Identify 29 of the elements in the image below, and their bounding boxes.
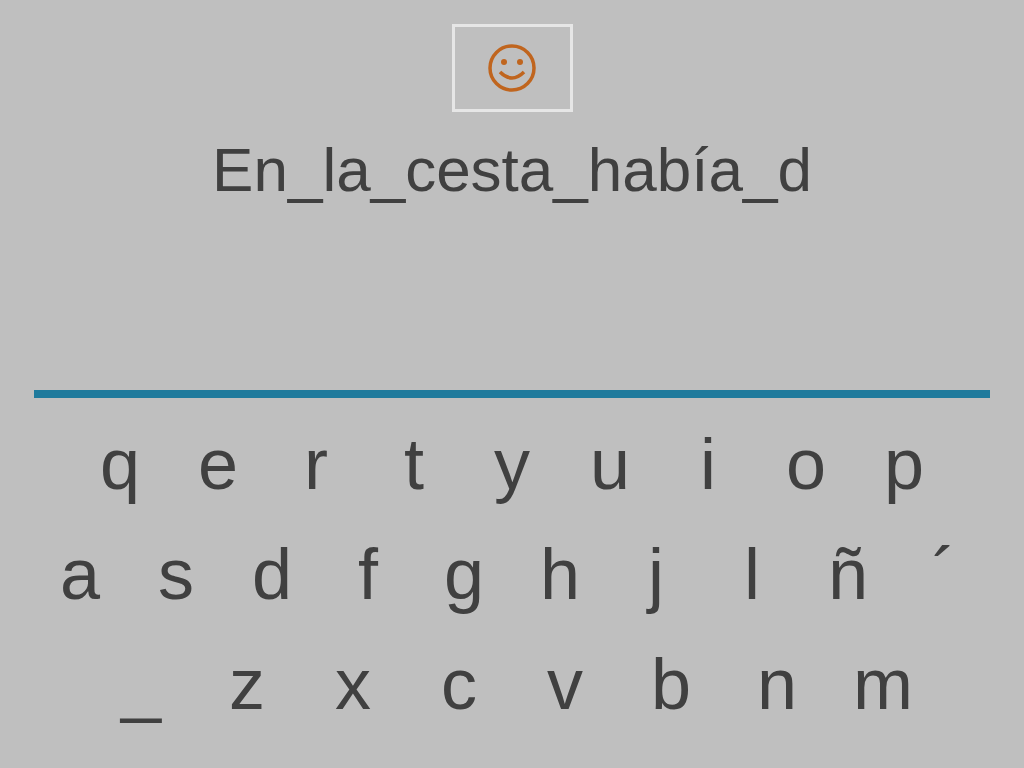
key[interactable]: t	[365, 418, 463, 510]
key[interactable]: u	[561, 418, 659, 510]
key[interactable]: x	[300, 638, 406, 730]
key[interactable]: d	[224, 528, 320, 620]
key[interactable]: p	[855, 418, 953, 510]
smiley-icon	[486, 42, 538, 94]
key[interactable]: _	[88, 638, 194, 730]
key[interactable]: ñ	[800, 528, 896, 620]
key[interactable]: q	[71, 418, 169, 510]
key[interactable]: h	[512, 528, 608, 620]
key[interactable]: e	[169, 418, 267, 510]
sentence-text: En_la_cesta_había_d	[212, 134, 812, 206]
key[interactable]: r	[267, 418, 365, 510]
key[interactable]: a	[32, 528, 128, 620]
key[interactable]: n	[724, 638, 830, 730]
key[interactable]: v	[512, 638, 618, 730]
key[interactable]: o	[757, 418, 855, 510]
key[interactable]: m	[830, 638, 936, 730]
key[interactable]: j	[608, 528, 704, 620]
key[interactable]: b	[618, 638, 724, 730]
key[interactable]: s	[128, 528, 224, 620]
key[interactable]: f	[320, 528, 416, 620]
key[interactable]: g	[416, 528, 512, 620]
key[interactable]: ´	[896, 528, 992, 620]
key[interactable]: z	[194, 638, 300, 730]
key[interactable]: i	[659, 418, 757, 510]
key[interactable]: y	[463, 418, 561, 510]
key[interactable]: l	[704, 528, 800, 620]
key[interactable]: c	[406, 638, 512, 730]
